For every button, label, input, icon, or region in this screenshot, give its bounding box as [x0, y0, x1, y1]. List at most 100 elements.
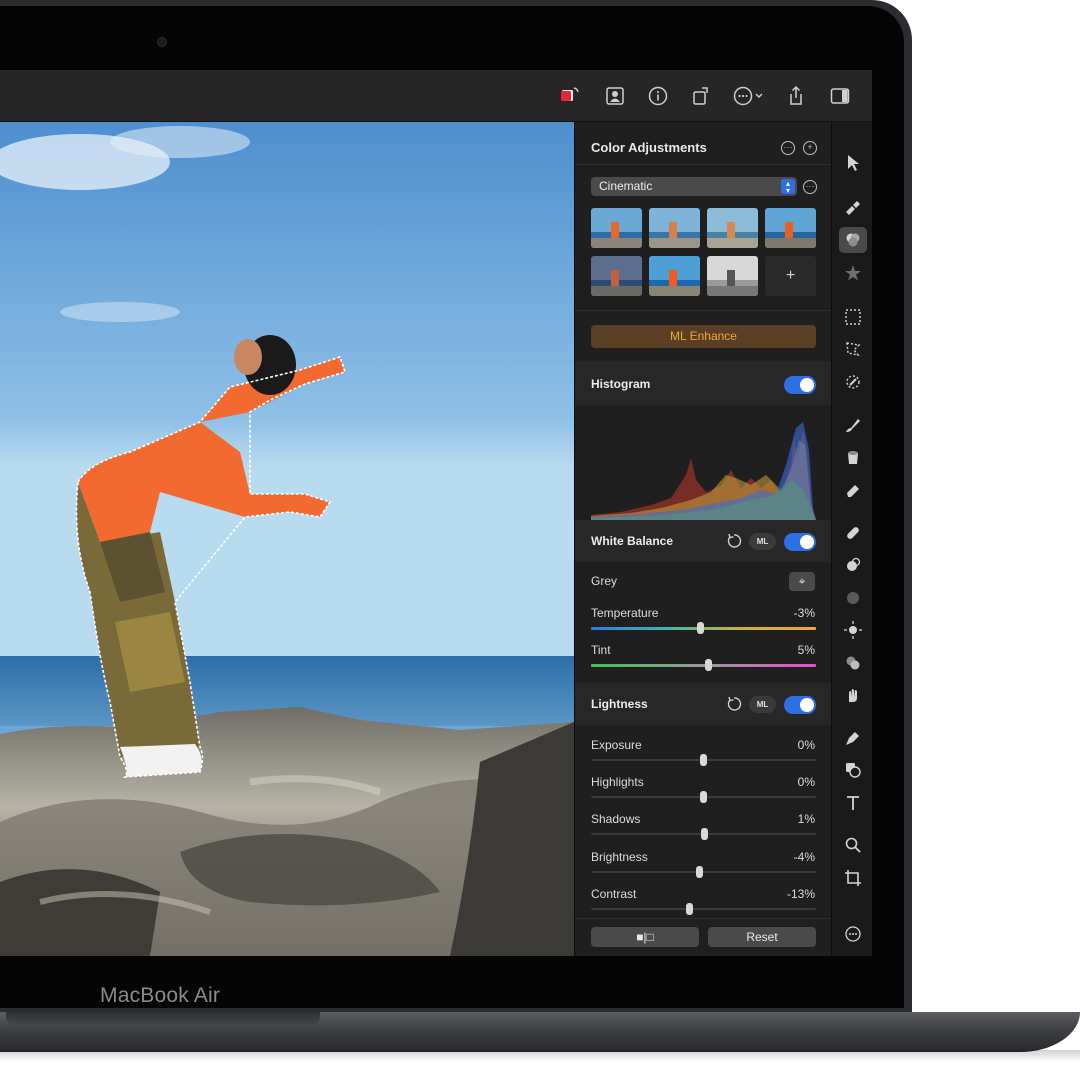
brightness-slider[interactable] [591, 866, 816, 878]
app-window: Color Adjustments ··· + Cinematic ▴ ▾ ··· [0, 70, 872, 956]
preset-thumbnail[interactable] [707, 208, 758, 248]
preset-thumbnail[interactable] [707, 256, 758, 296]
more-icon[interactable] [732, 84, 766, 108]
laptop-base-notch [6, 1012, 320, 1026]
shadows-slider[interactable] [591, 828, 816, 840]
lightness-toggle[interactable] [784, 696, 816, 714]
preset-more-icon[interactable]: ··· [803, 180, 817, 194]
share-icon[interactable] [784, 84, 808, 108]
light-tool-icon[interactable] [842, 619, 864, 641]
heal-tool-icon[interactable] [842, 522, 864, 544]
lightness-reset-icon[interactable] [726, 696, 742, 712]
info-icon[interactable] [646, 84, 670, 108]
temperature-label: Temperature [591, 606, 659, 620]
color-adjust-tool-icon[interactable] [839, 227, 867, 253]
blur-tool-icon[interactable] [842, 587, 864, 609]
shapes-tool-icon[interactable] [842, 759, 864, 781]
clone-tool-icon[interactable] [842, 554, 864, 576]
highlights-value: 0% [797, 775, 815, 789]
smudge-tool-icon[interactable] [842, 684, 864, 706]
preset-thumbnail[interactable] [591, 256, 642, 296]
histogram-header: Histogram [575, 363, 832, 405]
laptop-shadow [0, 1050, 1080, 1062]
grey-label: Grey [591, 574, 618, 588]
white-balance-reset-icon[interactable] [726, 533, 742, 549]
brush-tool-icon[interactable] [842, 414, 864, 436]
eyedropper-icon[interactable]: ⌖ [789, 572, 815, 591]
text-tool-icon[interactable] [842, 792, 864, 814]
pen-tool-icon[interactable] [842, 727, 864, 749]
highlights-slider-knob[interactable] [700, 791, 707, 803]
rotate-icon[interactable] [689, 84, 713, 108]
exposure-label: Exposure [591, 738, 642, 752]
highlights-label: Highlights [591, 775, 644, 789]
fill-tool-icon[interactable] [842, 446, 864, 468]
preset-thumbnail[interactable] [649, 256, 700, 296]
shadows-slider-knob[interactable] [701, 828, 709, 840]
brightness-value: -4% [793, 850, 815, 864]
histogram-graph [591, 422, 816, 520]
preset-thumbnail[interactable] [765, 208, 816, 248]
contrast-slider[interactable] [591, 903, 816, 915]
effects-tool-icon[interactable] [842, 262, 864, 284]
rect-select-tool-icon[interactable] [842, 306, 864, 328]
contrast-label: Contrast [591, 887, 637, 901]
photo-image [0, 122, 574, 956]
white-balance-toggle[interactable] [784, 533, 816, 551]
shadows-value: 1% [797, 812, 815, 826]
brightness-slider-knob[interactable] [695, 866, 703, 878]
paint-tool-icon[interactable] [842, 196, 864, 218]
tint-value: 5% [797, 643, 815, 657]
compare-button[interactable]: ■|□ [591, 927, 699, 947]
smart-select-tool-icon[interactable] [842, 371, 864, 393]
panel-add-icon[interactable]: + [803, 141, 817, 155]
highlights-slider[interactable] [591, 791, 816, 803]
lightness-ml-button[interactable]: ML [749, 696, 776, 713]
histogram-title: Histogram [591, 377, 651, 391]
color-swap-icon[interactable] [558, 84, 582, 108]
tint-label: Tint [591, 643, 611, 657]
temperature-value: -3% [793, 606, 815, 620]
more-tools-icon[interactable] [842, 923, 864, 945]
temperature-slider[interactable] [591, 622, 816, 634]
reset-button[interactable]: Reset [708, 927, 816, 947]
tint-slider-knob[interactable] [705, 659, 713, 671]
exposure-slider-knob[interactable] [700, 754, 707, 766]
temperature-slider-knob[interactable] [696, 622, 704, 634]
panel-title: Color Adjustments [591, 140, 707, 155]
crop-tool-icon[interactable] [842, 867, 864, 889]
preset-thumbnail[interactable] [649, 208, 700, 248]
panel-more-icon[interactable]: ··· [781, 141, 795, 155]
contrast-value: -13% [786, 887, 815, 901]
brightness-label: Brightness [591, 850, 648, 864]
preset-select[interactable]: Cinematic ▴ ▾ [591, 177, 797, 196]
preset-select-value: Cinematic [599, 179, 653, 193]
zoom-tool-icon[interactable] [842, 834, 864, 856]
contrast-slider-knob[interactable] [685, 903, 693, 915]
chevron-up-down-icon: ▴ ▾ [781, 179, 795, 195]
preset-thumbnail[interactable] [591, 208, 642, 248]
stage: Color Adjustments ··· + Cinematic ▴ ▾ ··· [0, 0, 1080, 1080]
tint-slider[interactable] [591, 659, 816, 671]
sidebar-icon[interactable] [828, 84, 852, 108]
panel-footer: ■|□ Reset [575, 918, 832, 956]
exposure-value: 0% [797, 738, 815, 752]
shadows-label: Shadows [591, 812, 641, 826]
eraser-tool-icon[interactable] [842, 479, 864, 501]
white-balance-header: White Balance ML [575, 520, 832, 562]
lightness-header: Lightness ML [575, 683, 832, 725]
toolbar [0, 70, 872, 122]
person-mask-icon[interactable] [603, 84, 627, 108]
add-preset-button[interactable]: + [765, 256, 816, 296]
histogram-toggle[interactable] [784, 376, 816, 394]
shapes-color-tool-icon[interactable] [842, 652, 864, 674]
lightness-title: Lightness [591, 697, 648, 711]
lasso-select-tool-icon[interactable] [842, 338, 864, 360]
pointer-tool-icon[interactable] [842, 152, 864, 174]
white-balance-title: White Balance [591, 534, 674, 548]
ml-enhance-button[interactable]: ML Enhance [591, 325, 816, 348]
exposure-slider[interactable] [591, 754, 816, 766]
white-balance-ml-button[interactable]: ML [749, 533, 776, 550]
photo-canvas[interactable] [0, 122, 574, 956]
tool-strip [831, 122, 872, 956]
